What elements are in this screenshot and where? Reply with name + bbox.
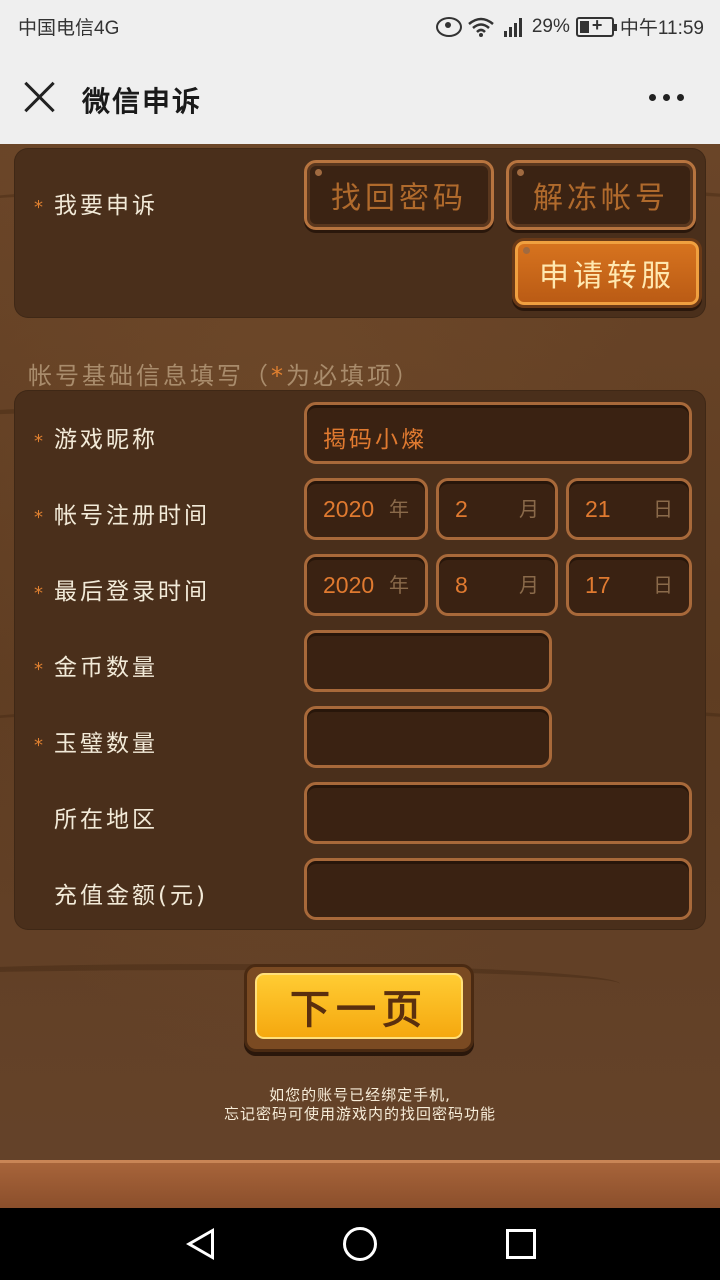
register-month-value: 2 <box>455 496 468 522</box>
day-unit: 日 <box>653 573 673 597</box>
register-year-value: 2020 <box>323 496 375 522</box>
region-field[interactable] <box>304 782 692 844</box>
status-bar: 中国电信4G 29% + 中午11:59 <box>0 0 720 50</box>
recharge-label: 充值金额(元) <box>54 883 208 909</box>
next-page-button[interactable]: 下一页 <box>244 964 474 1052</box>
register-day-value: 21 <box>585 496 611 522</box>
login-year-field[interactable]: 2020 年 <box>304 554 428 616</box>
header-bar: 微信申诉 <box>0 50 720 144</box>
gold-field[interactable] <box>304 630 552 692</box>
back-icon[interactable] <box>186 1228 214 1260</box>
battery-percent: 29% <box>531 15 570 37</box>
jade-label: * 玉璧数量 <box>34 731 158 757</box>
last-login-label: * 最后登录时间 <box>34 579 210 605</box>
clock: 中午11:59 <box>619 18 704 39</box>
battery-icon: + <box>575 15 617 37</box>
eye-icon <box>435 16 462 37</box>
day-unit: 日 <box>653 497 673 521</box>
recent-apps-icon[interactable] <box>506 1229 536 1259</box>
login-month-value: 8 <box>455 572 468 598</box>
login-day-value: 17 <box>585 572 611 598</box>
more-icon[interactable] <box>649 94 684 101</box>
month-unit: 月 <box>519 497 539 521</box>
required-star: * <box>34 197 46 218</box>
close-icon[interactable] <box>22 80 56 114</box>
month-unit: 月 <box>519 573 539 597</box>
jade-field[interactable] <box>304 706 552 768</box>
home-icon[interactable] <box>343 1227 377 1261</box>
signal-icon <box>500 17 526 37</box>
wifi-icon <box>468 17 494 37</box>
option-unfreeze-account-button[interactable]: 解冻帐号 <box>506 160 696 230</box>
login-month-field[interactable]: 8 月 <box>436 554 558 616</box>
register-time-label: * 帐号注册时间 <box>34 503 210 529</box>
register-month-field[interactable]: 2 月 <box>436 478 558 540</box>
option-transfer-server-button[interactable]: 申请转服 <box>512 238 702 308</box>
page-title: 微信申诉 <box>82 85 203 118</box>
next-page-label: 下一页 <box>255 973 463 1039</box>
content-area: * 我要申诉 找回密码 解冻帐号 申请转服 帐号基础信息填写（*为必填项） * 游戏… <box>0 144 720 1208</box>
year-unit: 年 <box>389 497 409 521</box>
nickname-label: * 游戏昵称 <box>34 427 158 453</box>
carrier-text: 中国电信4G <box>18 18 120 39</box>
login-year-value: 2020 <box>323 572 375 598</box>
nickname-field[interactable]: 揭码小燦 <box>304 402 692 464</box>
system-nav-bar <box>0 1208 720 1280</box>
year-unit: 年 <box>389 573 409 597</box>
section-title: 帐号基础信息填写（*为必填项） <box>28 362 421 390</box>
option-find-password-button[interactable]: 找回密码 <box>304 160 494 230</box>
bottom-wood-board <box>0 1160 720 1208</box>
status-icons: 29% + 中午11:59 <box>435 13 704 40</box>
recharge-field[interactable] <box>304 858 692 920</box>
hint-line-1: 如您的账号已经绑定手机, <box>269 1086 451 1104</box>
appeal-label: * 我要申诉 <box>34 193 158 219</box>
register-year-field[interactable]: 2020 年 <box>304 478 428 540</box>
hint-line-2: 忘记密码可使用游戏内的找回密码功能 <box>223 1105 496 1123</box>
region-label: 所在地区 <box>54 807 158 833</box>
login-day-field[interactable]: 17 日 <box>566 554 692 616</box>
gold-label: * 金币数量 <box>34 655 158 681</box>
register-day-field[interactable]: 21 日 <box>566 478 692 540</box>
nickname-value: 揭码小燦 <box>323 426 427 452</box>
